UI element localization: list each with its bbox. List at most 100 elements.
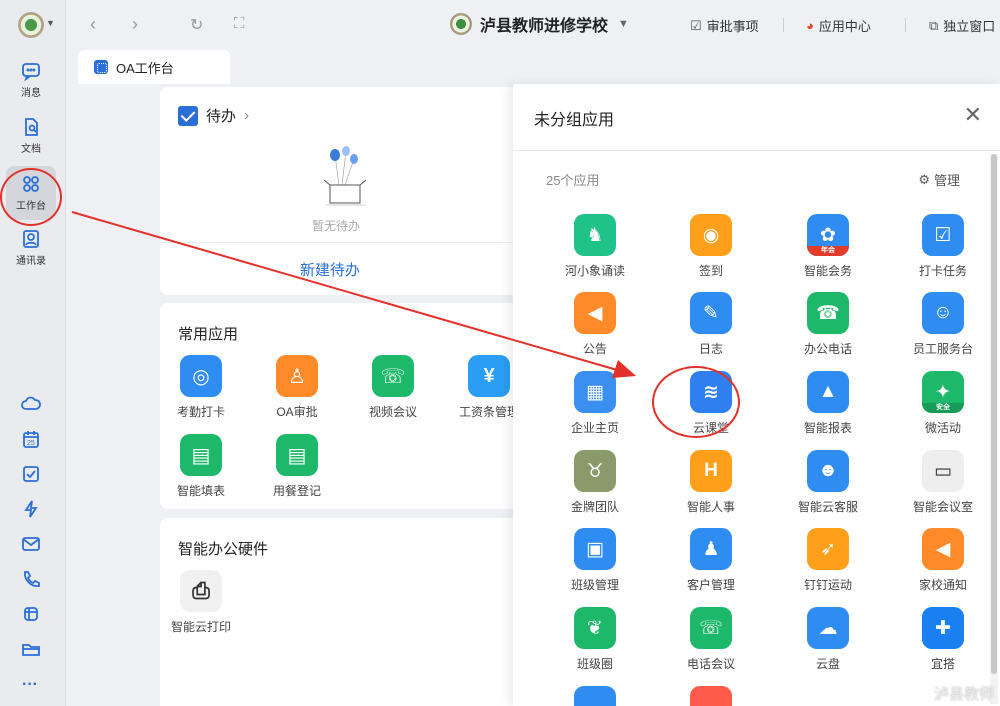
standalone-window-link[interactable]: ⧉ 独立窗口 [929,16,995,35]
panel-app-item[interactable]: ☑ 打卡任务 [893,214,993,279]
rail-item-label: 消息 [21,88,41,99]
app-label: 智能填表 [176,484,225,498]
todo-header[interactable]: 待办 › [178,105,249,126]
app-icon: ✚ [922,607,964,649]
panel-app-item[interactable] [545,686,645,706]
common-apps-card: 常用应用 ◎ 考勤打卡 ♙ OA审批 ☏ 视频会议 ¥ 工资条管理 ▤ 智能填表… [160,303,520,509]
app-icon [574,686,616,706]
back-button[interactable]: ‹ [90,14,96,35]
todo-title: 待办 [206,108,237,125]
app-icon: ◉ [690,214,732,256]
app-label: 考勤打卡 [176,405,225,419]
rail-item-documents[interactable]: 文档 [6,112,56,160]
app-icon: ▦ [574,371,616,413]
panel-app-item[interactable] [661,686,761,706]
app-label: 智能云打印 [170,620,231,634]
panel-app-item[interactable]: ✿ 年会 智能会务 [778,214,878,279]
app-icon: ✦ 安全 [922,371,964,413]
divider [513,150,1000,151]
mail-icon[interactable] [21,534,43,556]
rail-item-contacts[interactable]: 通讯录 [6,224,56,272]
panel-app-item[interactable]: ◀ 家校通知 [893,528,993,593]
app-icon: ▭ [922,450,964,492]
rail-item-messages[interactable]: 消息 [6,56,56,104]
panel-app-item[interactable]: ▭ 智能会议室 [893,450,993,515]
panel-app-item[interactable]: ✎ 日志 [661,292,761,357]
app-center-link[interactable]: ◕ 应用中心 [806,16,871,35]
app-icon: ◀ [922,528,964,570]
app-label: 云盘 [815,657,840,671]
close-icon[interactable]: ✕ [964,102,982,128]
divider [160,242,520,243]
panel-app-item[interactable]: ▣ 班级管理 [545,528,645,593]
app-label: 签到 [698,264,723,278]
bolt-icon[interactable] [21,499,43,521]
app-label: 电话会议 [686,657,735,671]
app-count: 25个应用 [546,173,600,188]
app-icon: ▲ [807,371,849,413]
app-label: 打卡任务 [918,264,967,278]
panel-app-item[interactable]: ☺ 员工服务台 [893,292,993,357]
panel-app-item[interactable]: ☏ 电话会议 [661,607,761,672]
app-label: 日志 [698,342,723,356]
panel-app-item[interactable]: ♞ 河小象诵读 [545,214,645,279]
panel-app-item[interactable]: ☎ 办公电话 [778,292,878,357]
org-logo[interactable] [18,12,44,38]
approval-link[interactable]: ☑ 审批事项 [690,16,759,35]
panel-app-item[interactable]: ◉ 签到 [661,214,761,279]
panel-app-item[interactable]: ✚ 宜搭 [893,607,993,672]
panel-app-item[interactable]: ☻ 智能云客服 [778,450,878,515]
app-icon: ♉ [574,450,616,492]
app-icon: ♞ [574,214,616,256]
app-video-meeting[interactable]: ☏ 视频会议 [348,355,438,420]
app-meal-registration[interactable]: ▤ 用餐登记 [252,434,342,499]
phone-icon[interactable] [21,569,43,591]
app-oa-approval[interactable]: ♙ OA审批 [252,355,342,420]
calendar-icon[interactable]: 25 [21,429,43,451]
app-icon [690,686,732,706]
folder-icon[interactable] [21,639,43,661]
panel-app-item[interactable]: ➶ 钉钉运动 [778,528,878,593]
app-label: 金牌团队 [570,500,619,514]
app-attendance[interactable]: ◎ 考勤打卡 [156,355,246,420]
fullscreen-icon[interactable]: ⛶ [234,15,245,32]
app-smart-form[interactable]: ▤ 智能填表 [156,434,246,499]
manage-label: 管理 [933,173,960,188]
app-icon: H [690,450,732,492]
panel-app-item[interactable]: ♟ 客户管理 [661,528,761,593]
cloud-icon[interactable] [21,394,43,416]
tab-label: OA工作台 [116,60,174,76]
app-label: 视频会议 [368,405,417,419]
form-icon: ▤ [180,434,222,476]
empty-todo-text: 暂无待办 [311,219,360,233]
panel-app-item[interactable]: ♉ 金牌团队 [545,450,645,515]
todo-card: 待办 › 暂无待办 新建待办 [160,87,520,295]
panel-app-item[interactable]: ✦ 安全 微活动 [893,371,993,436]
annotation-circle [0,168,62,226]
annotation-circle [652,366,740,438]
panel-app-item[interactable]: ▦ 企业主页 [545,371,645,436]
app-window: ▼ 消息 文档 工作台 通讯录 25 ··· ‹ › ↻ ⛶ 泸县教师进修学校 … [0,0,1000,706]
manage-button[interactable]: ⚙ 管理 [918,170,960,189]
app-label: 公告 [582,342,607,356]
app-label: 员工服务台 [912,342,973,356]
panel-app-item[interactable]: ❦ 班级圈 [545,607,645,672]
check-icon[interactable] [21,464,43,486]
forward-button[interactable]: › [132,14,138,35]
meal-form-icon: ▤ [276,434,318,476]
panel-app-item[interactable]: ◀ 公告 [545,292,645,357]
refresh-icon[interactable]: ↻ [190,15,203,35]
panel-app-item[interactable]: H 智能人事 [661,450,761,515]
tab-oa-workbench[interactable]: OA工作台 [78,50,230,84]
box-icon[interactable] [21,604,43,626]
window-icon: ⧉ [929,17,939,33]
more-icon[interactable]: ··· [19,676,41,698]
org-switcher[interactable]: 泸县教师进修学校 ▼ [450,12,629,36]
panel-app-item[interactable]: ▲ 智能报表 [778,371,878,436]
app-cloud-print[interactable]: ⎙ 智能云打印 [156,570,246,635]
chevron-down-icon[interactable]: ▼ [46,18,55,28]
panel-app-item[interactable]: ☁ 云盘 [778,607,878,672]
app-label: 客户管理 [686,578,735,592]
new-todo-button[interactable]: 新建待办 [160,259,500,280]
app-label: 智能报表 [803,421,852,435]
